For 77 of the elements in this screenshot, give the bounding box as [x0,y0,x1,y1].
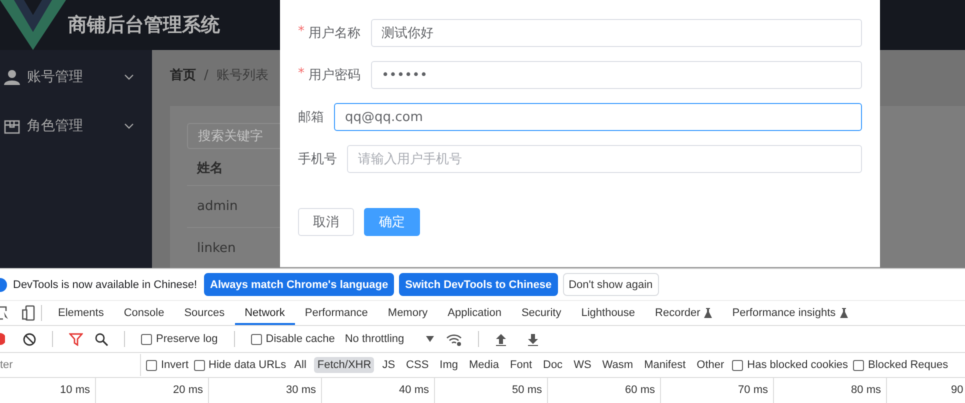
devtools-tab[interactable]: Performance insights [722,302,858,325]
throttling-dropdown[interactable]: No throttling [344,333,434,345]
checkbox[interactable]: Hide data URLs [194,359,286,371]
box-icon [4,118,20,134]
resource-type-filter[interactable]: Fetch/XHR [314,357,374,373]
timeline-tick-label: 50 ms [512,384,542,398]
upload-icon[interactable] [495,332,508,346]
language-button[interactable]: Always match Chrome's language [204,273,394,296]
user-icon [4,68,20,84]
sidebar-menu-item[interactable]: 账号管理 [0,52,152,101]
resource-type-filter[interactable]: Other [694,357,728,373]
inspect-icon[interactable] [0,306,8,320]
info-icon [0,278,8,292]
input-field[interactable]: qq@qq.com [334,103,862,131]
resource-type-filter[interactable]: All [291,357,310,373]
chevron-down-icon [124,74,134,80]
resource-type-filter[interactable]: Media [466,357,502,373]
cancel-button[interactable]: 取消 [298,208,354,236]
field-label: 用户名称 [308,25,360,42]
column-header: 姓名 [197,160,223,177]
required-mark: * [298,66,304,83]
infobar-message: DevTools is now available in Chinese! [13,278,198,290]
network-conditions-icon[interactable] [446,332,462,346]
timeline-tick-label: 10 ms [60,384,90,398]
devtools-tab[interactable]: Application [438,302,512,325]
checkbox[interactable]: Blocked Reques [853,359,948,371]
table-cell: admin [197,199,238,214]
timeline-tick-label: 20 ms [173,384,203,398]
table-cell: linken [197,241,236,256]
dismiss-button[interactable]: Don't show again [562,273,659,296]
field-label: 用户密码 [308,67,360,84]
devtools-tab[interactable]: Memory [378,302,438,325]
devtools-tab[interactable]: Lighthouse [571,302,646,325]
logo-icon [0,0,66,50]
input-field[interactable]: 测试你好 [370,19,862,47]
checkbox[interactable]: Invert [146,359,189,371]
timeline-tick-label: 90 [951,384,964,398]
devtools-tab[interactable]: Elements [48,302,114,325]
resource-type-filter[interactable]: JS [379,357,398,373]
resource-type-filter[interactable]: Wasm [599,357,636,373]
resource-type-filter[interactable]: Doc [540,357,566,373]
resource-type-filter[interactable]: Font [506,357,535,373]
device-icon[interactable] [22,305,35,321]
devtools-tab[interactable]: Performance [294,302,378,325]
sidebar-menu-item[interactable]: 角色管理 [0,101,152,150]
resource-type-filter[interactable]: Img [436,357,462,373]
filter-field[interactable]: ter [0,354,141,376]
resource-type-filter[interactable]: Manifest [641,357,689,373]
record-icon[interactable] [0,333,5,345]
field-label: 邮箱 [298,109,324,126]
resource-type-filter[interactable]: CSS [403,357,432,373]
devtools-tab[interactable]: Sources [174,302,235,325]
resource-type-filter[interactable]: WS [570,357,594,373]
checkbox[interactable]: Has blocked cookies [732,359,848,371]
devtools-tab[interactable]: Security [511,302,572,325]
timeline-tick-label: 70 ms [738,384,768,398]
search-icon[interactable] [95,332,108,346]
chevron-down-icon [124,122,134,128]
devtools-tab[interactable]: Recorder [645,302,722,325]
caret-down-icon [426,336,434,342]
timeline-tick-label: 40 ms [399,384,429,398]
app-title: 商铺后台管理系统 [68,13,220,38]
download-icon[interactable] [527,332,540,346]
checkbox[interactable]: Disable cache [250,333,335,345]
timeline-tick-label: 60 ms [625,384,655,398]
devtools-tab[interactable]: Console [114,302,174,325]
timeline-tick-label: 30 ms [286,384,316,398]
clear-icon[interactable] [23,332,36,346]
field-label: 手机号 [298,151,337,168]
breadcrumb-separator: / [204,68,208,82]
timeline-tick-label: 80 ms [851,384,881,398]
filter-icon[interactable] [69,332,83,346]
language-button[interactable]: Switch DevTools to Chinese [399,273,558,296]
devtools-tab[interactable]: Network [234,302,295,325]
checkbox[interactable]: Preserve log [141,333,218,345]
input-field[interactable]: •••••• [370,61,862,89]
required-mark: * [298,24,304,41]
